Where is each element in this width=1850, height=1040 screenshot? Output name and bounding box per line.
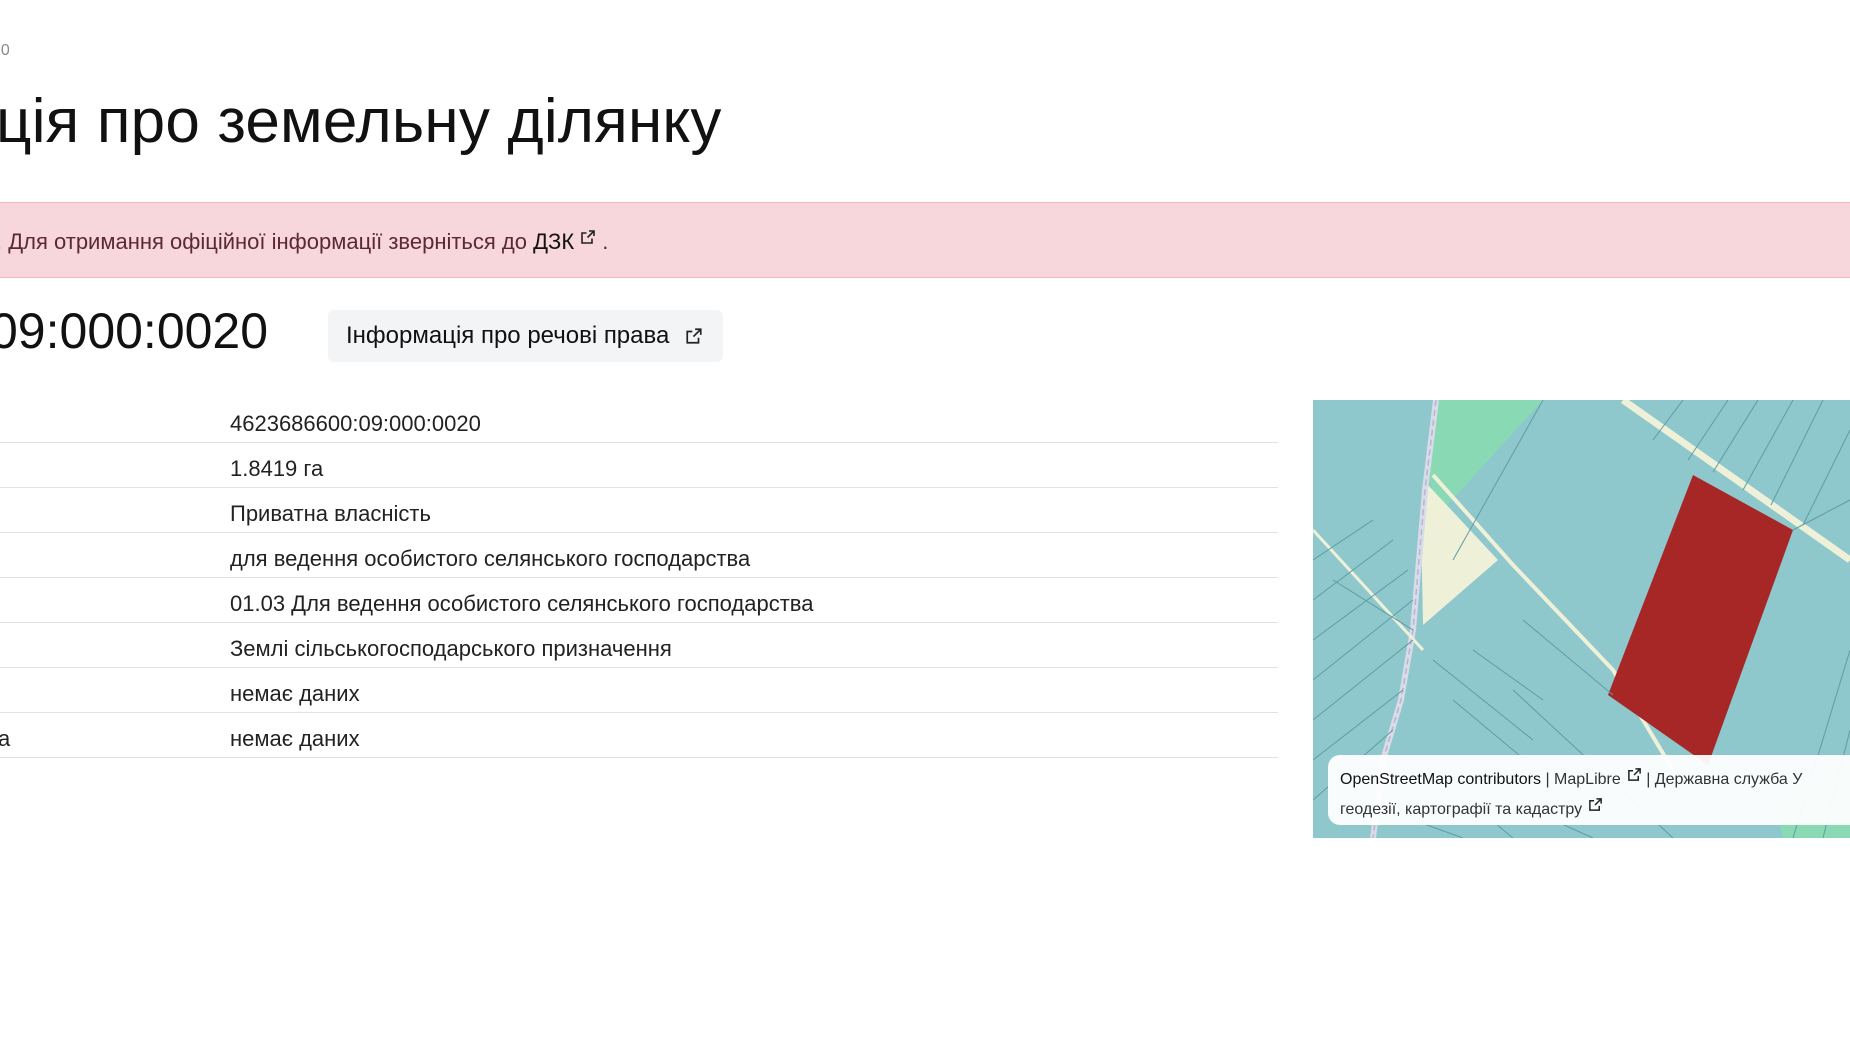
row-value: Землі сільськогосподарського призначення xyxy=(230,636,672,661)
table-row: 4623686600:09:000:0020 xyxy=(0,398,1278,443)
external-link-icon xyxy=(685,327,703,345)
property-rights-button[interactable]: Інформація про речові права xyxy=(328,310,724,362)
notice-text: . Для отримання офіційної інформації зве… xyxy=(0,229,608,255)
dzk-attribution-line2[interactable]: геодезії, картографії та кадастру xyxy=(1340,801,1582,818)
external-link-icon xyxy=(580,229,596,245)
maplibre-link[interactable]: MapLibre xyxy=(1554,771,1621,788)
map-attribution: OpenStreetMap contributors | MapLibre | … xyxy=(1328,755,1850,825)
table-row: Землі сільськогосподарського призначення xyxy=(0,623,1278,668)
notice-message: . Для отримання офіційної інформації зве… xyxy=(0,229,527,254)
dzk-attribution[interactable]: | Державна служба У xyxy=(1642,771,1802,788)
table-row: Приватна власність xyxy=(0,488,1278,533)
row-value: 1.8419 га xyxy=(230,456,324,481)
row-value: 01.03 Для ведення особистого селянського… xyxy=(230,591,814,616)
row-key: а xyxy=(0,726,11,751)
parcel-info-table: 4623686600:09:000:0020 1.8419 га Приватн… xyxy=(0,398,1278,758)
notice-banner: . Для отримання офіційної інформації зве… xyxy=(0,202,1850,278)
table-row: а немає даних xyxy=(0,713,1278,758)
row-value: 4623686600:09:000:0020 xyxy=(230,411,481,436)
dzk-link-label: ДЗК xyxy=(533,229,575,254)
property-rights-label: Інформація про речові права xyxy=(346,322,670,349)
cadastral-map[interactable]: OpenStreetMap contributors | MapLibre | … xyxy=(1313,400,1850,838)
breadcrumb[interactable]: 20 xyxy=(0,42,18,60)
row-value: Приватна власність xyxy=(230,501,431,526)
table-row: 01.03 Для ведення особистого селянського… xyxy=(0,578,1278,623)
row-value: немає даних xyxy=(230,681,360,706)
row-value: для ведення особистого селянського госпо… xyxy=(230,546,751,571)
external-link-icon[interactable] xyxy=(1627,767,1642,782)
external-link-icon[interactable] xyxy=(1588,797,1603,812)
osm-attribution[interactable]: OpenStreetMap contributors xyxy=(1340,771,1541,788)
table-row: немає даних xyxy=(0,668,1278,713)
cadastral-number-heading: 09:000:0020 xyxy=(0,303,269,359)
page-title: ція про земельну ділянку xyxy=(0,87,722,156)
table-row: для ведення особистого селянського госпо… xyxy=(0,533,1278,578)
dzk-link[interactable]: ДЗК xyxy=(533,229,602,254)
table-row: 1.8419 га xyxy=(0,443,1278,488)
row-value: немає даних xyxy=(230,726,360,751)
attribution-separator: | xyxy=(1541,771,1555,788)
notice-tail: . xyxy=(602,229,609,254)
